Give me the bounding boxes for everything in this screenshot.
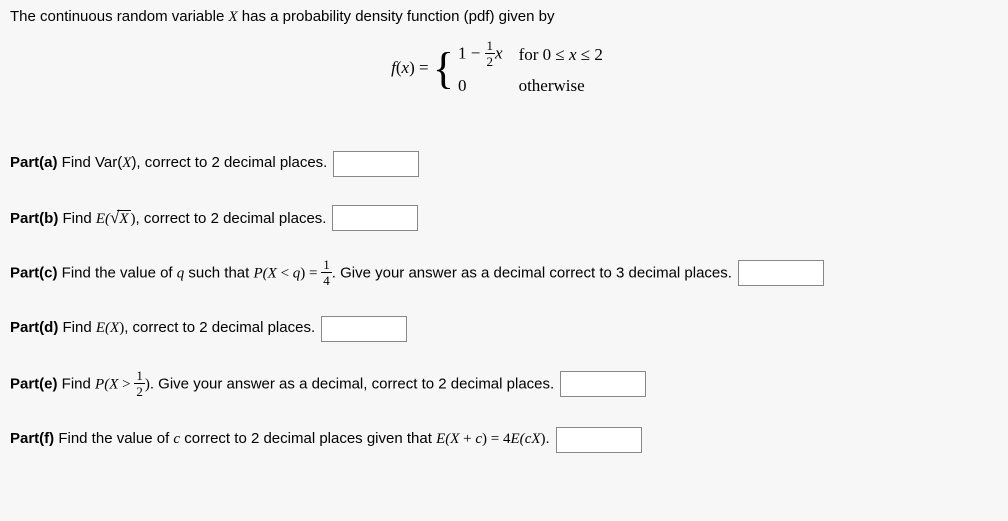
piece2-cond: otherwise [519, 76, 585, 95]
piece1-frac: 12 [485, 39, 496, 68]
piece1-lead: 1 − [458, 43, 485, 62]
part-e-input[interactable] [560, 371, 646, 397]
pdf-x: x [402, 58, 410, 77]
part-f-lplus: + [459, 431, 475, 447]
piece1-hi: ≤ 2 [577, 45, 603, 64]
pdf-eq: ) = [409, 58, 433, 77]
intro-prefix: The continuous random variable [10, 8, 228, 25]
part-c-pclose: ) = [300, 265, 321, 281]
part-e-x: X [109, 376, 118, 392]
part-c-x: X [268, 265, 277, 281]
part-d-label: Part(d) [10, 319, 58, 336]
part-d-input[interactable] [321, 316, 407, 342]
problem-intro: The continuous random variable X has a p… [10, 6, 998, 28]
part-b-sqrt: √X [110, 205, 131, 231]
piece1-for: for [519, 45, 543, 64]
part-c-input[interactable] [738, 260, 824, 286]
part-a-t2: ), correct to 2 decimal places. [131, 154, 327, 171]
part-e-label: Part(e) [10, 375, 58, 392]
part-a: Part(a) Find Var(X), correct to 2 decima… [10, 151, 998, 177]
part-e-popen: P( [95, 376, 109, 392]
part-f-label: Part(f) [10, 430, 54, 447]
part-b-e-open: E( [96, 211, 110, 227]
part-b-label: Part(b) [10, 210, 58, 227]
part-b: Part(b) Find E(√X), correct to 2 decimal… [10, 205, 998, 231]
part-a-t1: Find Var( [58, 154, 123, 171]
part-a-input[interactable] [333, 151, 419, 177]
part-e-gt: > [118, 376, 134, 392]
part-f: Part(f) Find the value of c correct to 2… [10, 427, 998, 453]
part-b-input[interactable] [332, 205, 418, 231]
part-b-t1: Find [58, 210, 96, 227]
part-c-lt: < [277, 265, 293, 281]
part-a-label: Part(a) [10, 154, 58, 171]
left-brace: { [433, 49, 454, 89]
part-f-t2: correct to 2 decimal places given that [180, 430, 436, 447]
part-c-frac: 14 [321, 258, 332, 287]
part-d: Part(d) Find E(X), correct to 2 decimal … [10, 316, 998, 342]
part-f-lopen: E( [436, 431, 450, 447]
part-d-t2: , correct to 2 decimal places. [124, 319, 315, 336]
part-b-t2: , correct to 2 decimal places. [136, 210, 327, 227]
part-f-ropen: E( [511, 431, 525, 447]
part-f-input[interactable] [556, 427, 642, 453]
intro-suffix: has a probability density function (pdf)… [238, 8, 555, 25]
part-c: Part(c) Find the value of q such that P(… [10, 259, 998, 288]
part-e-t1: Find [58, 375, 96, 392]
intro-var: X [228, 9, 237, 25]
piece1-cond-var: x [569, 45, 577, 64]
part-c-t3: . Give your answer as a decimal correct … [332, 264, 732, 281]
part-f-t3: . [546, 430, 550, 447]
part-d-x: X [110, 320, 119, 336]
part-e-t2: . Give your answer as a decimal, correct… [150, 375, 554, 392]
part-f-lclose: ) = 4 [482, 431, 510, 447]
piece2-val: 0 [458, 76, 467, 95]
part-f-rx: X [531, 431, 540, 447]
piecewise-table: 1 − 12x for 0 ≤ x ≤ 2 0 otherwise [456, 38, 617, 101]
pdf-definition: f(x) = { 1 − 12x for 0 ≤ x ≤ 2 0 otherwi… [10, 38, 998, 101]
part-e: Part(e) Find P(X > 12). Give your answer… [10, 370, 998, 399]
part-e-frac: 12 [134, 369, 145, 398]
piece1-var: x [495, 43, 503, 62]
part-c-t2: such that [184, 264, 253, 281]
part-d-eopen: E( [96, 320, 110, 336]
part-d-t1: Find [58, 319, 96, 336]
part-c-t1: Find the value of [58, 264, 177, 281]
part-c-label: Part(c) [10, 264, 58, 281]
part-f-t1: Find the value of [54, 430, 173, 447]
part-c-popen: P( [253, 265, 267, 281]
piece1-lo: 0 ≤ [543, 45, 569, 64]
